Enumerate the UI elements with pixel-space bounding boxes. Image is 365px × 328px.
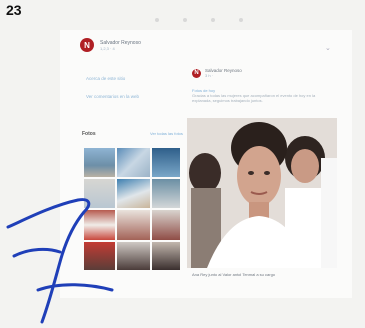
- photo-thumbnail[interactable]: [84, 148, 115, 177]
- left-link-web[interactable]: Ver comentarios en la web: [86, 94, 139, 99]
- photo-thumbnail[interactable]: [117, 210, 150, 240]
- profile-header[interactable]: N Salvador Reynoso 1,2,3 · 4: [80, 38, 141, 52]
- page-number: 23: [6, 2, 22, 18]
- photo-thumbnail[interactable]: [84, 210, 115, 240]
- post-author-logo-icon: N: [192, 68, 201, 78]
- chevron-down-icon[interactable]: ⌄: [325, 44, 331, 52]
- photo-thumbnail[interactable]: [117, 179, 150, 208]
- toolbar-dots: [155, 18, 243, 22]
- post-photo-illustration: [187, 118, 337, 268]
- photo-thumbnail[interactable]: [117, 242, 150, 270]
- photos-section-title: Fotos: [82, 131, 96, 137]
- photos-section-link[interactable]: Ver todas las fotos: [150, 131, 183, 136]
- profile-subtitle: 1,2,3 · 4: [100, 45, 115, 51]
- post-meta: 3 h ·: [205, 73, 214, 78]
- left-link-about[interactable]: Acerca de este sitio: [86, 76, 125, 81]
- brand-logo-icon: N: [80, 38, 94, 52]
- photo-thumbnail[interactable]: [117, 148, 150, 177]
- profile-name: Salvador Reynoso: [100, 39, 141, 46]
- photo-thumbnail[interactable]: [152, 210, 180, 240]
- post-header: N Salvador Reynoso 3 h ·: [192, 68, 242, 78]
- photo-thumbnail[interactable]: [84, 179, 115, 208]
- photo-thumbnail[interactable]: [152, 242, 180, 270]
- post-photo-caption: Ana Rey junto al Valor antol Tenmal a su…: [192, 272, 276, 277]
- post-body: Fotos de hoy Gracias a todas las mujeres…: [192, 88, 332, 103]
- photo-thumbnail[interactable]: [152, 148, 180, 177]
- photo-thumbnail[interactable]: [84, 242, 115, 270]
- post-text: Gracias a todas las mujeres que acompaña…: [192, 93, 316, 103]
- photo-thumbnail[interactable]: [152, 179, 180, 208]
- post-photo[interactable]: [187, 118, 337, 268]
